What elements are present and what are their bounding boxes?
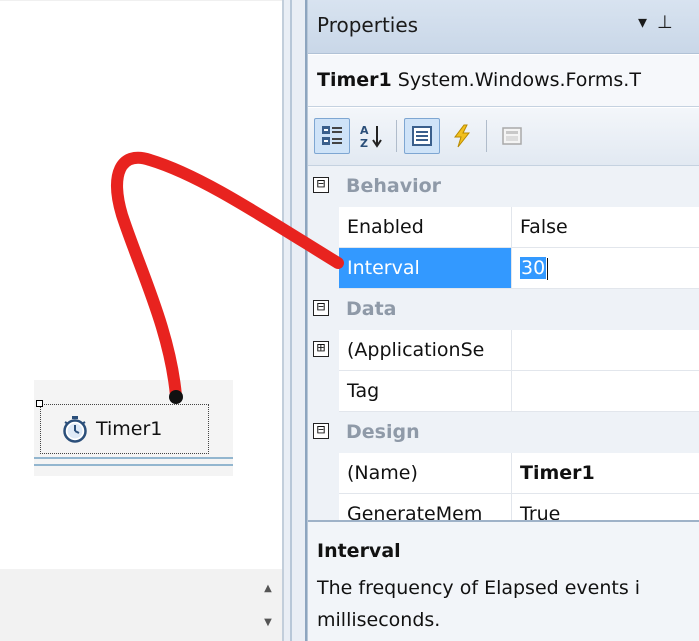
object-type: System.Windows.Forms.T	[397, 69, 641, 91]
designer-surface[interactable]	[0, 0, 282, 641]
scroll-up-icon[interactable]: ▲	[260, 580, 276, 596]
timer1-label: Timer1	[96, 418, 163, 440]
object-name: Timer1	[317, 69, 392, 91]
property-value[interactable]	[512, 371, 699, 412]
property-name: Tag	[339, 371, 512, 412]
property-name: Interval	[339, 248, 512, 289]
category-design[interactable]: ⊟ Design	[308, 412, 699, 453]
properties-toolbar: A Z	[308, 108, 699, 166]
text-caret	[547, 257, 549, 280]
category-label: Behavior	[346, 175, 442, 197]
row-gutter	[308, 371, 339, 412]
description-line-2: milliseconds.	[317, 609, 441, 631]
row-gutter	[308, 494, 339, 520]
category-data[interactable]: ⊟ Data	[308, 289, 699, 330]
interval-value-text[interactable]: 30	[520, 257, 547, 279]
property-pages-icon[interactable]	[494, 118, 530, 154]
property-value[interactable]: Timer1	[512, 453, 699, 494]
row-gutter: ⊞	[308, 330, 339, 371]
stopwatch-icon	[58, 412, 92, 446]
properties-window: Properties ▾⊥ Timer1 System.Windows.Form…	[307, 0, 699, 641]
property-row-applicationsettings[interactable]: ⊞ (ApplicationSe	[308, 330, 699, 371]
property-row-interval[interactable]: Interval 30	[308, 248, 699, 289]
property-value-editor[interactable]: 30	[512, 248, 699, 289]
property-row-name[interactable]: (Name) Timer1	[308, 453, 699, 494]
properties-title: Properties	[317, 13, 419, 37]
property-value[interactable]: True	[512, 494, 699, 520]
property-value[interactable]: False	[512, 207, 699, 248]
category-behavior[interactable]: ⊟ Behavior	[308, 166, 699, 207]
tray-divider-2	[34, 464, 233, 466]
collapse-icon[interactable]: ⊟	[313, 300, 329, 316]
property-name: GenerateMem	[339, 494, 512, 520]
properties-header: Properties ▾⊥	[308, 0, 699, 54]
alphabetical-icon[interactable]: A Z	[354, 118, 390, 154]
description-line-1: The frequency of Elapsed events i	[317, 577, 641, 599]
property-name: (ApplicationSe	[339, 330, 512, 371]
property-row-tag[interactable]: Tag	[308, 371, 699, 412]
timer1-component[interactable]: Timer1	[40, 404, 209, 454]
category-label: Data	[346, 298, 397, 320]
expand-icon[interactable]: ⊞	[313, 341, 329, 357]
property-name: Enabled	[339, 207, 512, 248]
designer-scrollbar-area	[0, 569, 282, 641]
categorized-icon[interactable]	[314, 118, 350, 154]
svg-text:Z: Z	[360, 137, 368, 149]
description-text: The frequency of Elapsed events i millis…	[317, 572, 699, 636]
collapse-icon[interactable]: ⊟	[313, 423, 329, 439]
events-icon[interactable]	[444, 118, 480, 154]
properties-icon[interactable]	[404, 118, 440, 154]
scroll-down-icon[interactable]: ▼	[260, 614, 276, 630]
toolbar-separator-2	[486, 120, 487, 152]
collapse-icon[interactable]: ⊟	[313, 177, 329, 193]
pin-icon[interactable]: ⊥	[657, 12, 683, 33]
description-pane: Interval The frequency of Elapsed events…	[308, 520, 699, 641]
row-gutter	[308, 248, 339, 289]
designer-border	[0, 0, 282, 1]
row-gutter	[308, 453, 339, 494]
tray-divider	[34, 457, 233, 459]
property-row-generatemember[interactable]: GenerateMem True	[308, 494, 699, 520]
dropdown-arrow-icon[interactable]: ▾	[638, 12, 657, 33]
property-name: (Name)	[339, 453, 512, 494]
object-selector[interactable]: Timer1 System.Windows.Forms.T	[308, 55, 699, 107]
splitter-line	[290, 0, 292, 641]
description-title: Interval	[317, 540, 401, 562]
property-value[interactable]	[512, 330, 699, 371]
panel-splitter[interactable]	[282, 0, 307, 641]
selection-grip[interactable]	[36, 400, 43, 407]
property-row-enabled[interactable]: Enabled False	[308, 207, 699, 248]
category-label: Design	[346, 421, 420, 443]
property-grid: ⊟ Behavior Enabled False Interval 30 ⊟ D…	[308, 166, 699, 520]
toolbar-separator	[396, 120, 397, 152]
svg-text:A: A	[360, 124, 369, 137]
row-gutter	[308, 207, 339, 248]
